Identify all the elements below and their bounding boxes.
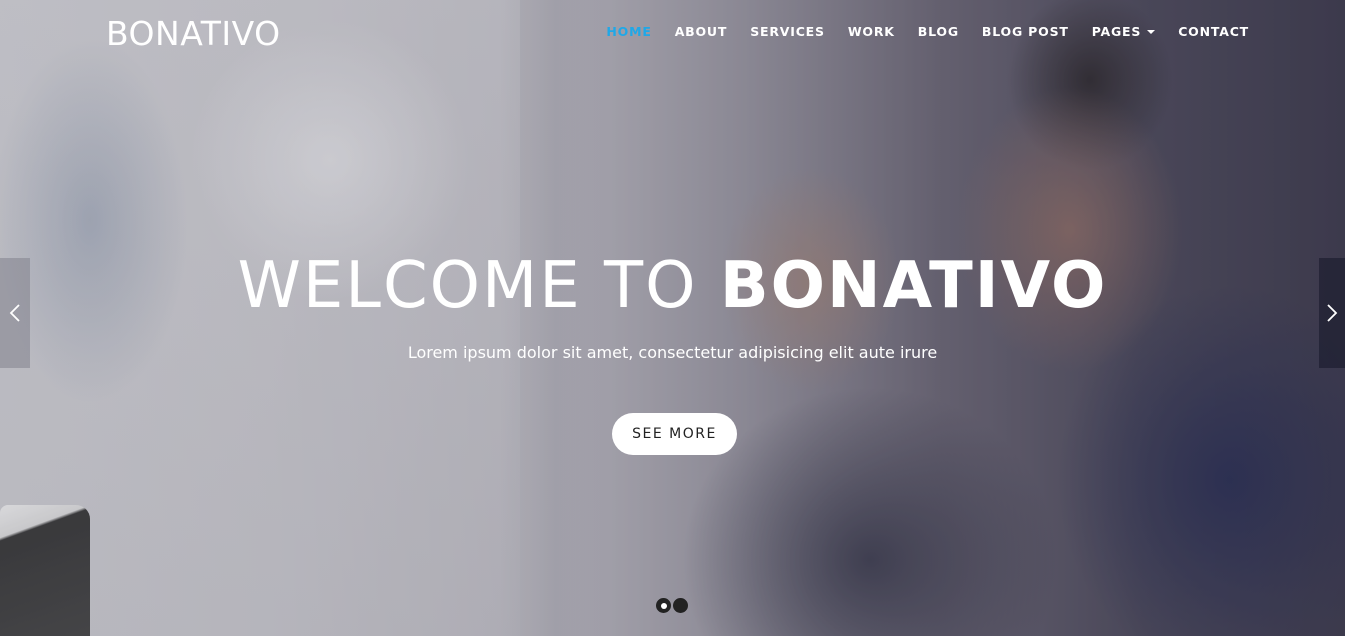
chevron-left-icon [9,304,20,322]
brand-logo[interactable]: BONATIVO [106,14,281,53]
nav-item-label: WORK [847,24,895,39]
nav-item-work[interactable]: WORK [848,24,895,39]
nav-item-label: PAGES [1091,24,1142,39]
nav-item-label: BLOG [917,24,959,39]
nav-item-label: BLOG POST [981,24,1069,39]
nav-item-label: SERVICES [750,24,825,39]
carousel-indicator-1[interactable] [656,598,671,613]
hero-title-light: WELCOME TO [237,249,698,323]
hero-slider: BONATIVO HOME ABOUT SERVICES WORK BLOG B… [0,0,1345,636]
carousel-indicators [656,598,688,613]
main-nav: HOME ABOUT SERVICES WORK BLOG BLOG POST … [583,24,1249,39]
carousel-indicator-2[interactable] [673,598,688,613]
background-person-left [640,90,1200,636]
caret-down-icon [1147,29,1156,34]
hero-title: WELCOME TO BONATIVO [0,246,1345,326]
nav-item-contact[interactable]: CONTACT [1178,24,1249,39]
chevron-right-icon [1327,304,1338,322]
nav-item-home[interactable]: HOME [606,24,651,39]
background-laptop [0,505,90,636]
nav-item-label: HOME [606,24,652,39]
nav-item-pages[interactable]: PAGES [1092,24,1156,39]
nav-item-blog[interactable]: BLOG [918,24,959,39]
hero-title-bold: BONATIVO [719,249,1108,323]
nav-item-label: CONTACT [1178,24,1249,39]
carousel-prev-button[interactable] [0,258,30,368]
nav-item-label: ABOUT [674,24,728,39]
nav-item-about[interactable]: ABOUT [675,24,728,39]
see-more-button[interactable]: SEE MORE [612,413,737,455]
nav-item-blog-post[interactable]: BLOG POST [982,24,1069,39]
carousel-next-button[interactable] [1319,258,1345,368]
hero-subtitle: Lorem ipsum dolor sit amet, consectetur … [407,343,938,362]
nav-item-services[interactable]: SERVICES [750,24,825,39]
